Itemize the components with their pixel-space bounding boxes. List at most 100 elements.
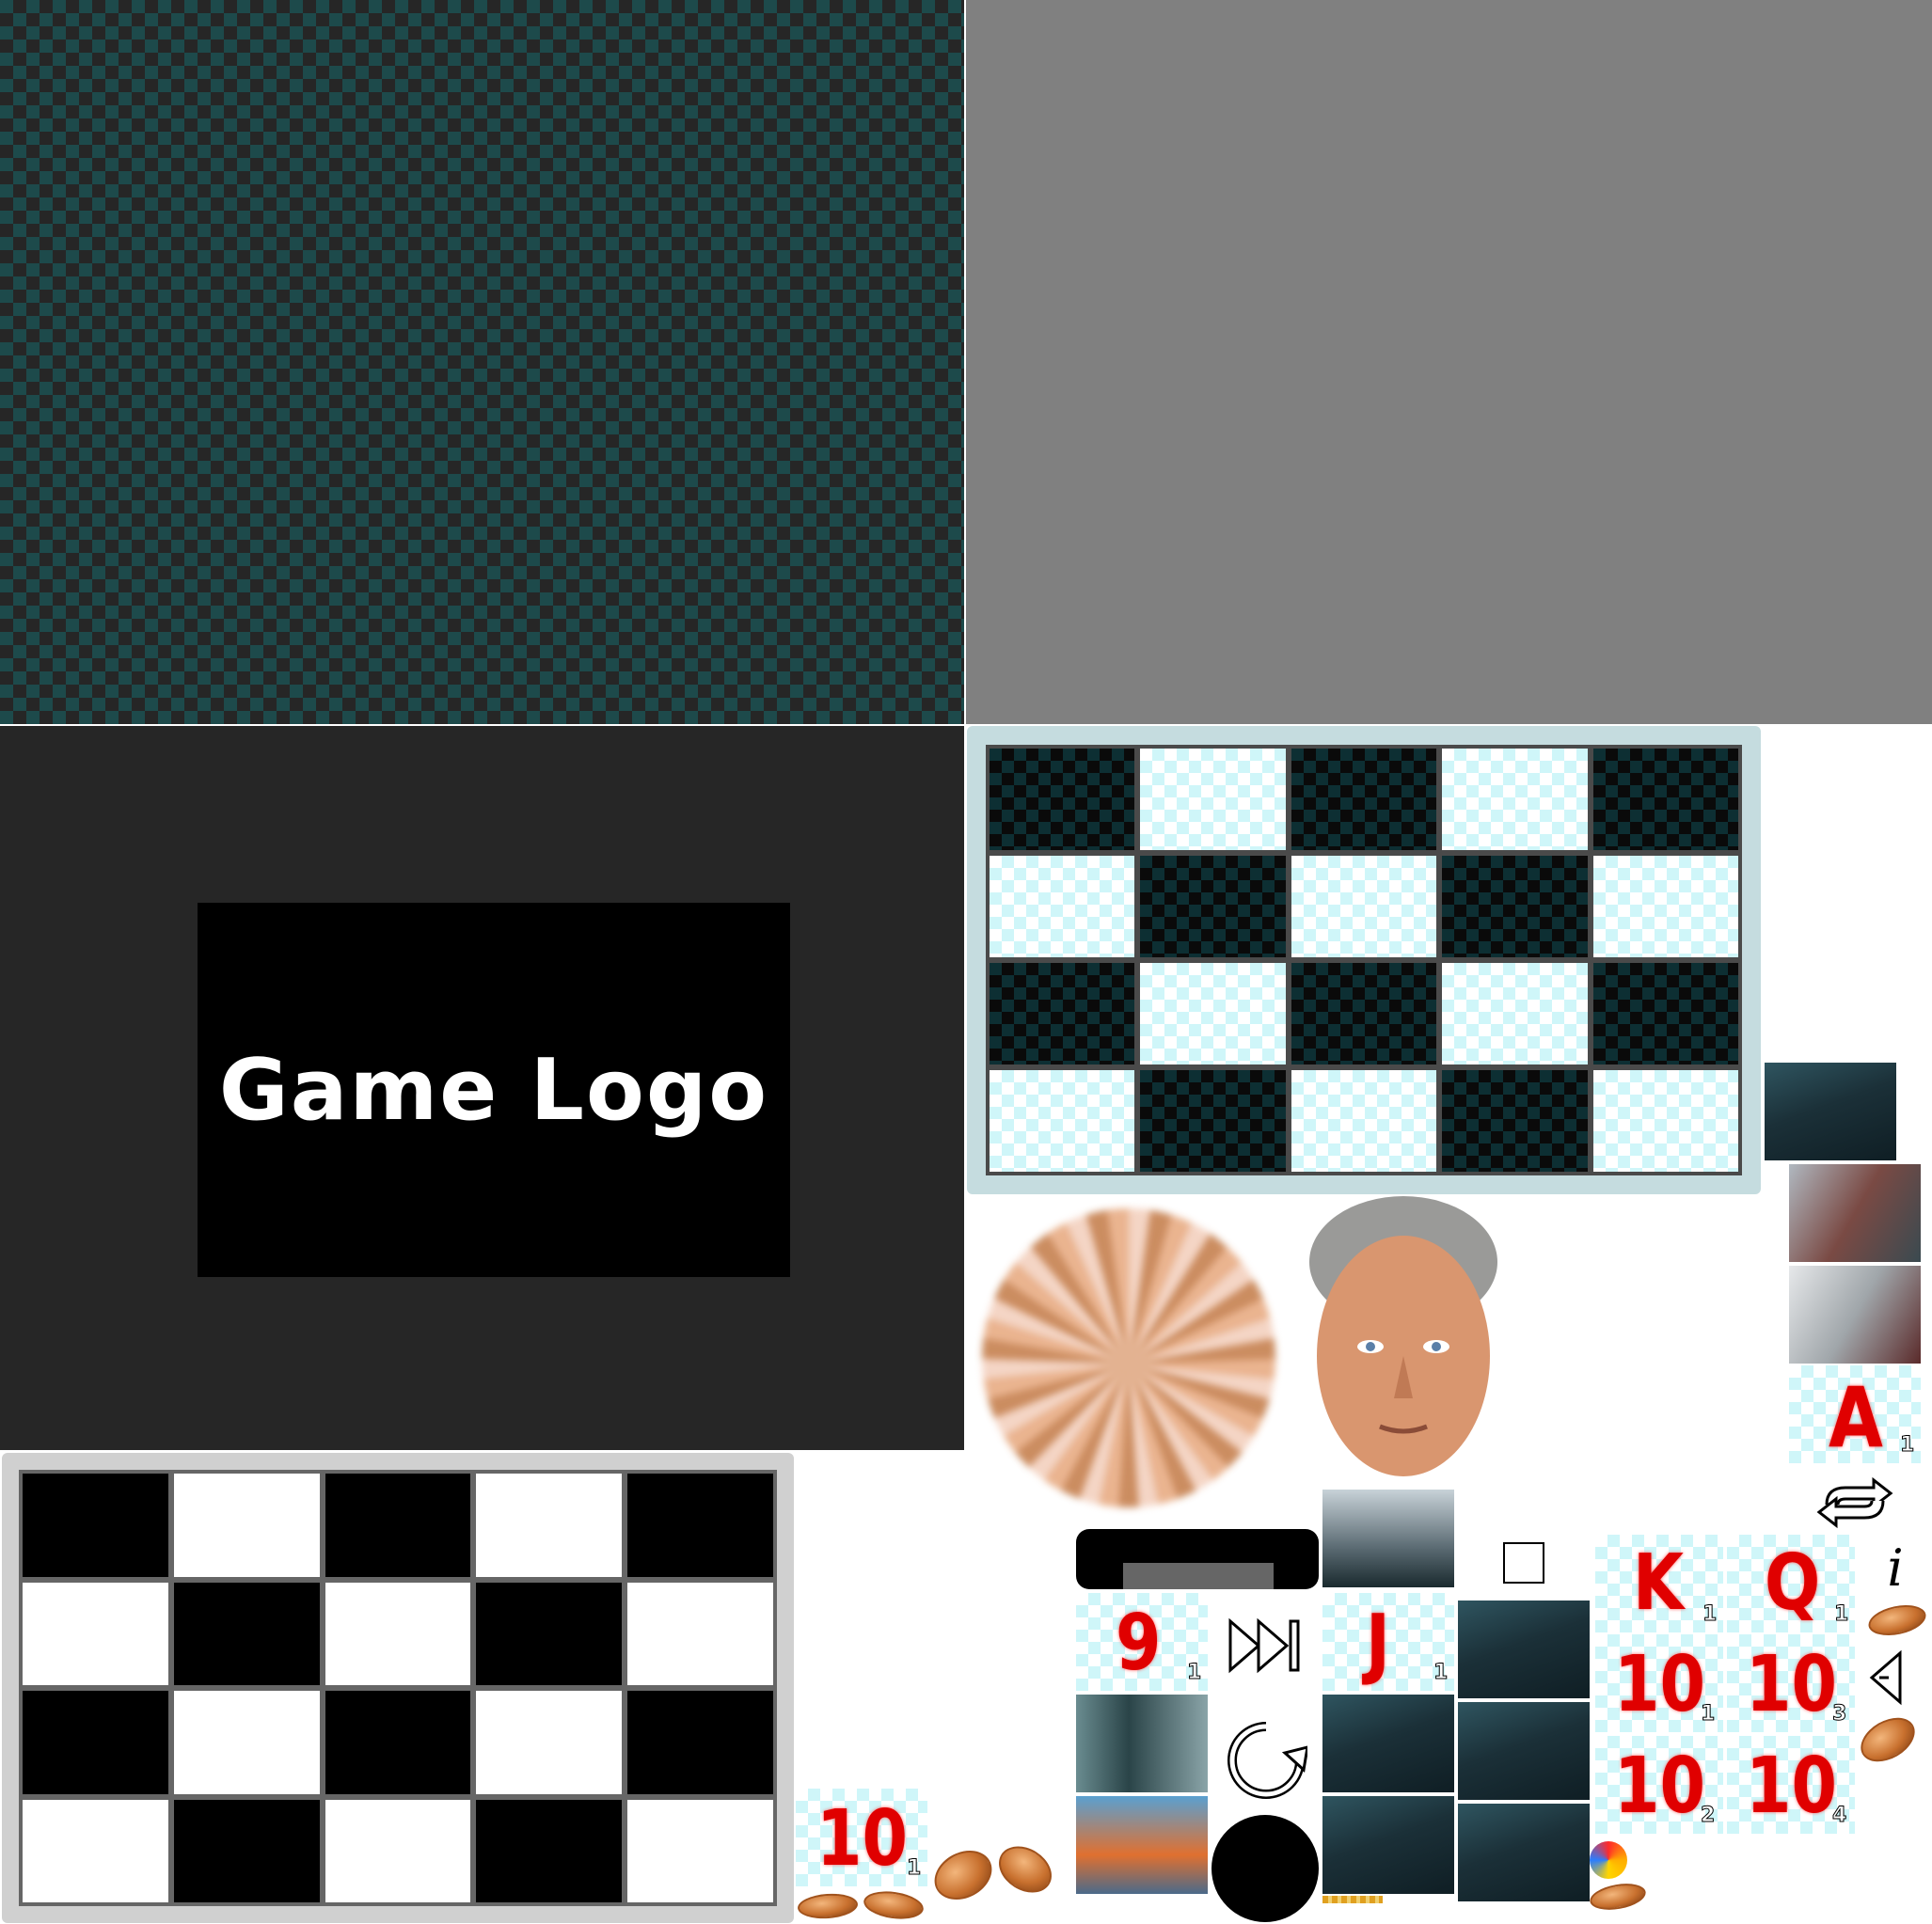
gold-bar xyxy=(1322,1896,1383,1903)
board-cell xyxy=(1140,749,1286,850)
board-cell xyxy=(23,1691,168,1794)
character-photo xyxy=(1322,1796,1454,1894)
board-cell xyxy=(1442,749,1588,850)
coin-icon xyxy=(926,1840,1001,1910)
card-index: 2 xyxy=(1700,1804,1716,1828)
card-index: 3 xyxy=(1831,1702,1847,1727)
board-cell xyxy=(1291,1070,1437,1172)
coin-icon xyxy=(1588,1879,1648,1915)
loop-arrows-icon[interactable] xyxy=(1808,1476,1902,1529)
fast-forward-icon[interactable] xyxy=(1227,1617,1304,1674)
board-cell xyxy=(173,1582,320,1685)
card-rank: 9 xyxy=(1116,1599,1162,1688)
card-ten: 10 4 xyxy=(1727,1736,1855,1834)
card-nine: 9 1 xyxy=(1076,1593,1208,1691)
checker-board-bw-grid xyxy=(19,1470,777,1906)
card-ten-small: 10 1 xyxy=(796,1789,927,1886)
board-cell xyxy=(1442,856,1588,957)
board-cell xyxy=(627,1691,773,1794)
card-jack: J 1 xyxy=(1322,1593,1454,1691)
checker-board-teal xyxy=(967,726,1761,1194)
card-index: 1 xyxy=(1433,1661,1449,1685)
coin-icon xyxy=(1865,1600,1929,1641)
board-cell xyxy=(1442,1070,1588,1172)
card-rank: 10 xyxy=(1614,1742,1706,1831)
logo-panel: Game Logo xyxy=(0,726,964,1450)
board-cell xyxy=(325,1799,471,1902)
board-cell xyxy=(325,1474,471,1577)
character-photo xyxy=(1458,1702,1590,1800)
board-cell xyxy=(476,1799,623,1902)
board-cell xyxy=(627,1799,773,1902)
board-cell xyxy=(1592,1070,1738,1172)
board-cell xyxy=(1592,856,1738,957)
card-ace: A 1 xyxy=(1789,1365,1921,1463)
board-cell xyxy=(990,856,1135,957)
logo-badge-icon xyxy=(1590,1841,1627,1879)
board-cell xyxy=(23,1799,168,1902)
board-cell xyxy=(627,1474,773,1577)
back-triangle-icon[interactable] xyxy=(1868,1649,1906,1706)
checker-board-bw xyxy=(2,1453,794,1923)
card-index: 1 xyxy=(906,1856,922,1881)
coin-icon xyxy=(797,1891,859,1921)
board-cell xyxy=(1291,856,1437,957)
board-cell xyxy=(990,1070,1135,1172)
board-cell xyxy=(476,1691,623,1794)
gray-texture xyxy=(966,0,1932,724)
board-cell xyxy=(476,1474,623,1577)
board-cell xyxy=(1291,963,1437,1065)
card-rank: 10 xyxy=(1746,1742,1838,1831)
card-ten: 10 3 xyxy=(1727,1634,1855,1732)
board-cell xyxy=(173,1474,320,1577)
card-rank: 10 xyxy=(816,1794,909,1884)
card-rank: 10 xyxy=(1746,1640,1838,1729)
slot-bar xyxy=(1076,1529,1319,1589)
card-rank: Q xyxy=(1765,1538,1821,1628)
photo-tile xyxy=(1076,1695,1208,1792)
card-ten: 10 2 xyxy=(1595,1736,1723,1834)
info-icon[interactable]: i xyxy=(1881,1540,1909,1597)
board-cell xyxy=(325,1582,471,1685)
checker-board-grid xyxy=(986,745,1742,1175)
card-rank: K xyxy=(1633,1538,1685,1628)
board-cell xyxy=(1291,749,1437,850)
card-rank: J xyxy=(1366,1599,1390,1688)
card-king: K 1 xyxy=(1595,1535,1723,1632)
board-cell xyxy=(23,1582,168,1685)
card-queen: Q 1 xyxy=(1727,1535,1855,1632)
card-index: 1 xyxy=(1700,1702,1716,1727)
slot-bar-inset xyxy=(1123,1563,1274,1589)
photo-tile xyxy=(1322,1490,1454,1587)
board-cell xyxy=(1592,963,1738,1065)
board-cell xyxy=(1442,963,1588,1065)
board-cell xyxy=(990,749,1135,850)
photo-tile xyxy=(1789,1266,1921,1364)
card-index: 1 xyxy=(1899,1433,1915,1458)
board-cell xyxy=(990,963,1135,1065)
card-index: 4 xyxy=(1831,1804,1847,1828)
board-cell xyxy=(173,1691,320,1794)
spin-button-icon[interactable] xyxy=(1211,1815,1319,1922)
board-cell xyxy=(1140,963,1286,1065)
stop-square-icon[interactable] xyxy=(1503,1542,1544,1584)
card-index: 1 xyxy=(1186,1661,1202,1685)
card-rank: A xyxy=(1829,1369,1883,1463)
board-cell xyxy=(1140,1070,1286,1172)
photo-tile xyxy=(1076,1796,1208,1894)
card-ten: 10 1 xyxy=(1595,1634,1723,1732)
board-cell xyxy=(325,1691,471,1794)
photo-tile xyxy=(1765,1063,1896,1160)
reload-icon[interactable] xyxy=(1225,1719,1309,1802)
board-cell xyxy=(1592,749,1738,850)
face-photo xyxy=(1300,1196,1507,1480)
character-photo xyxy=(1458,1804,1590,1901)
photo-tile xyxy=(1789,1164,1921,1262)
coin-icon xyxy=(990,1837,1061,1902)
coin-icon xyxy=(862,1887,926,1923)
board-cell xyxy=(173,1799,320,1902)
coin-icon xyxy=(1853,1709,1923,1771)
board-cell xyxy=(23,1474,168,1577)
logo-box: Game Logo xyxy=(198,903,790,1277)
board-cell xyxy=(1140,856,1286,957)
